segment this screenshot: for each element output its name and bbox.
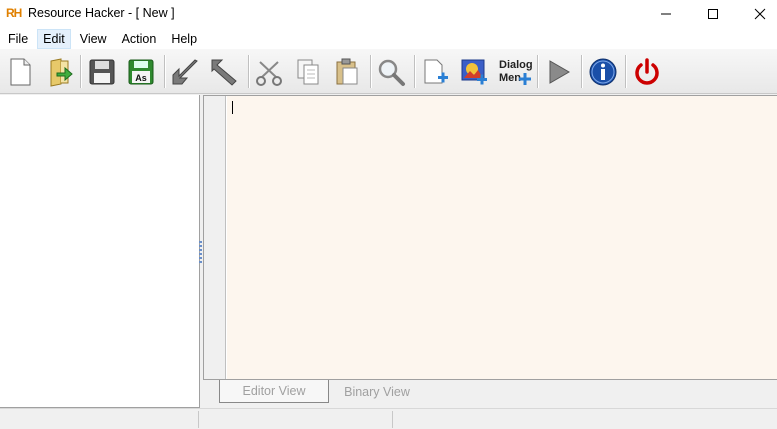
paste-icon (336, 58, 358, 85)
text-caret (232, 101, 233, 114)
close-button[interactable] (737, 0, 777, 28)
about-button[interactable] (585, 54, 621, 90)
new-file-button[interactable] (2, 54, 38, 90)
status-separator (392, 411, 393, 428)
copy-icon (297, 59, 319, 85)
run-script-button[interactable] (206, 54, 242, 90)
info-icon (589, 58, 617, 86)
find-icon (378, 59, 405, 86)
menu-view[interactable]: View (74, 29, 113, 49)
app-logo-icon: RH (6, 6, 22, 20)
cut-button[interactable] (251, 54, 287, 90)
menu-help[interactable]: Help (165, 29, 203, 49)
add-resource-button[interactable] (417, 54, 453, 90)
menu-file[interactable]: File (2, 29, 34, 49)
compile-icon (172, 59, 198, 85)
close-icon (754, 8, 766, 20)
maximize-icon (708, 9, 718, 19)
new-file-icon (10, 58, 31, 86)
run-script-icon (211, 59, 237, 86)
save-as-icon: As (128, 59, 154, 85)
copy-button[interactable] (290, 54, 326, 90)
add-image-button[interactable] (456, 54, 492, 90)
play-icon (549, 60, 570, 84)
paste-button[interactable] (329, 54, 365, 90)
line-number-gutter (204, 96, 226, 379)
menu-bar: File Edit View Action Help (0, 28, 777, 49)
save-as-text: As (135, 73, 147, 83)
view-tabs: Editor View Binary View (203, 380, 777, 406)
add-image-icon (461, 59, 487, 85)
tab-editor-view[interactable]: Editor View (219, 380, 329, 403)
run-button[interactable] (540, 54, 576, 90)
dialog-menu-label-line1: Dialog (499, 59, 533, 71)
power-icon (635, 58, 659, 85)
save-icon (89, 59, 115, 85)
open-file-button[interactable] (42, 54, 78, 90)
script-editor[interactable] (227, 96, 777, 379)
minimize-button[interactable] (643, 0, 689, 28)
editor-frame (203, 95, 777, 380)
app-logo-text: RH (6, 6, 22, 20)
cut-icon (256, 61, 282, 86)
toolbar: As Dialog Men (0, 49, 777, 94)
add-resource-icon (424, 59, 448, 84)
compile-button[interactable] (167, 54, 203, 90)
status-bar (0, 408, 777, 429)
save-as-button[interactable]: As (123, 54, 159, 90)
minimize-icon (661, 13, 671, 15)
plus-icon (519, 73, 531, 85)
tab-binary-view[interactable]: Binary View (333, 380, 421, 403)
resource-tree-panel[interactable] (0, 95, 200, 408)
exit-button[interactable] (629, 54, 665, 90)
title-bar: RH Resource Hacker - [ New ] (0, 0, 777, 28)
status-separator (198, 411, 199, 428)
menu-action[interactable]: Action (116, 29, 163, 49)
maximize-button[interactable] (690, 0, 736, 28)
menu-edit[interactable]: Edit (37, 28, 71, 49)
find-button[interactable] (373, 54, 409, 90)
dialog-menu-icon: Dialog Men (497, 57, 533, 87)
dialog-menu-label-line2: Men (499, 72, 521, 84)
open-file-icon (50, 58, 73, 87)
dialog-menu-button[interactable]: Dialog Men (495, 54, 535, 90)
save-button[interactable] (84, 54, 120, 90)
splitter-grip-icon[interactable] (199, 241, 202, 263)
window-title: Resource Hacker - [ New ] (28, 6, 175, 20)
